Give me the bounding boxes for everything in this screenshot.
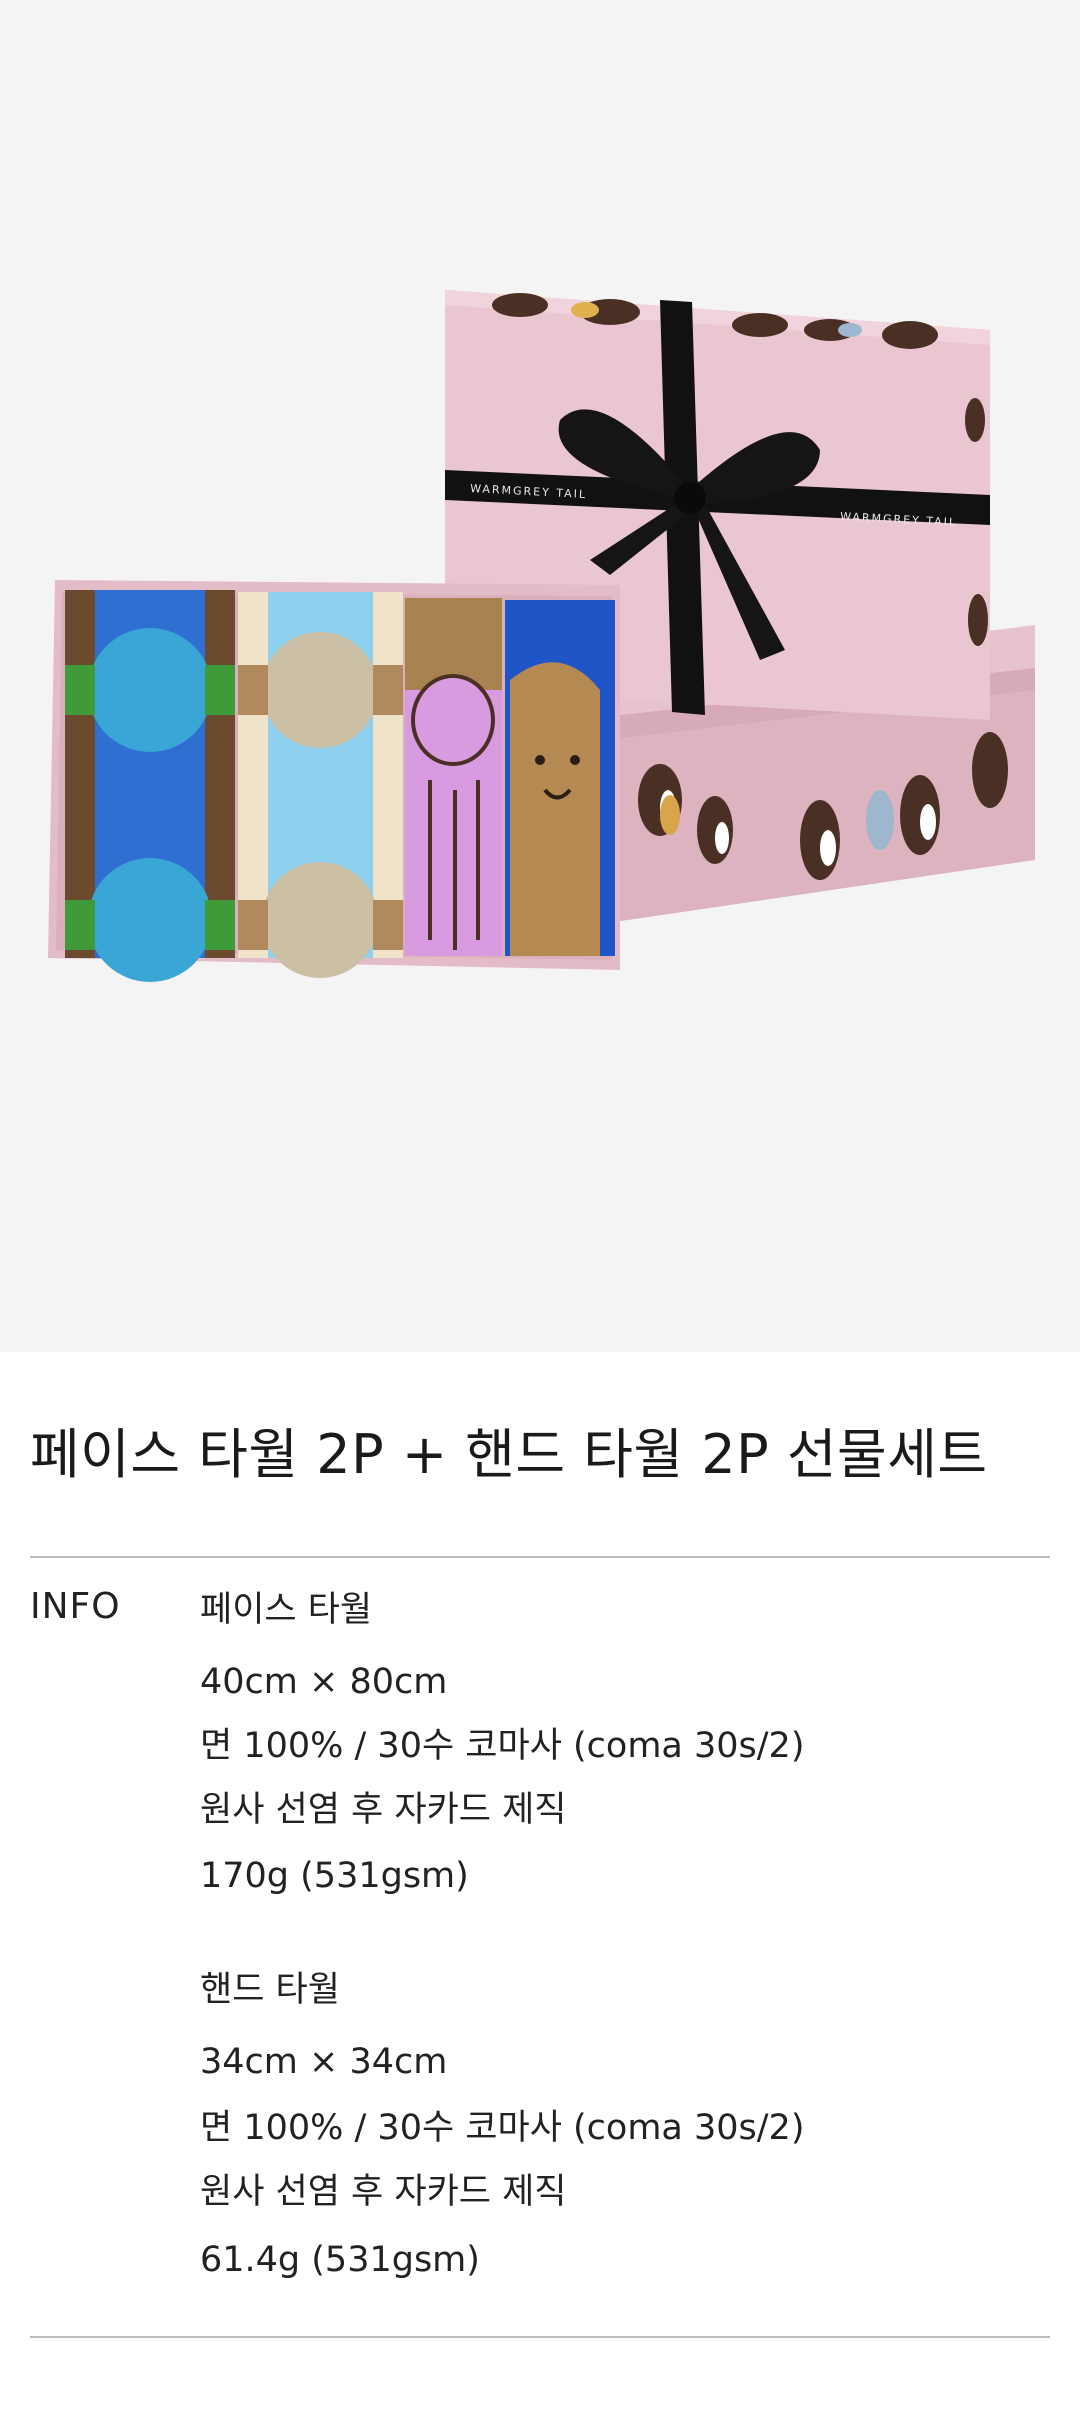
divider	[30, 1556, 1050, 1558]
product-hero-image: WARMGREY TAIL WARMGREY TAIL	[0, 0, 1080, 1352]
open-tray	[48, 580, 620, 982]
hand-towel-weight: 61.4g (531gsm)	[200, 2240, 480, 2280]
face-towel-weight: 170g (531gsm)	[200, 1856, 469, 1896]
divider	[30, 2336, 1050, 2338]
face-towel-process: 원사 선염 후 자카드 제직	[200, 1790, 567, 1830]
face-towel-size: 40cm × 80cm	[200, 1662, 448, 1702]
product-title: 페이스 타월 2P + 핸드 타월 2P 선물세트	[30, 1423, 988, 1486]
info-label: INFO	[30, 1586, 121, 1627]
hand-towel-name: 핸드 타월	[200, 1970, 340, 2010]
face-towel-material: 면 100% / 30수 코마사 (coma 30s/2)	[200, 1726, 805, 1766]
hand-towel-material: 면 100% / 30수 코마사 (coma 30s/2)	[200, 2108, 805, 2148]
hand-towel-size: 34cm × 34cm	[200, 2042, 448, 2082]
gift-set-illustration: WARMGREY TAIL WARMGREY TAIL	[48, 290, 1035, 982]
face-towel-name: 페이스 타월	[200, 1590, 373, 1630]
hand-towel-process: 원사 선염 후 자카드 제직	[200, 2172, 567, 2212]
